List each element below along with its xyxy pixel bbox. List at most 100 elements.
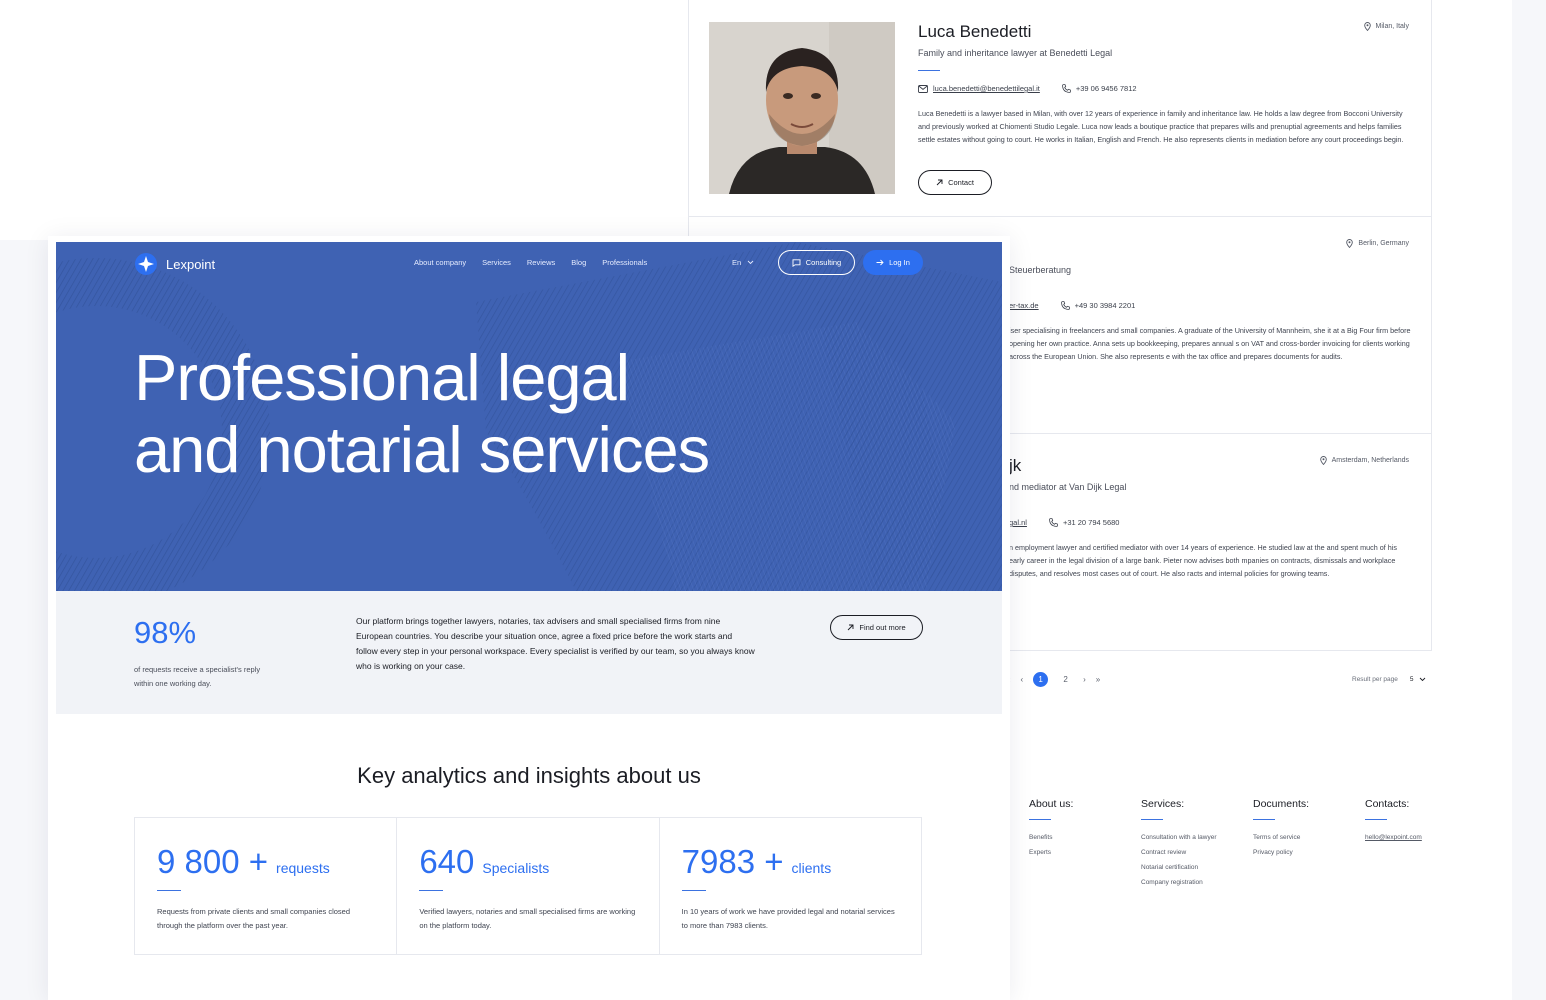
phone-text[interactable]: +31 20 794 5680 <box>1063 518 1120 527</box>
footer-link[interactable]: Terms of service <box>1253 834 1365 841</box>
last-page-button[interactable]: » <box>1096 675 1100 684</box>
reply-rate-caption: of requests receive a specialist's reply… <box>134 665 261 688</box>
find-out-more-button[interactable]: Find out more <box>830 615 923 640</box>
arrow-up-right-icon <box>936 179 943 186</box>
location-pin-icon <box>1319 456 1327 465</box>
footer-link[interactable]: Contract review <box>1141 849 1253 856</box>
footer-link[interactable]: Notarial certification <box>1141 864 1253 871</box>
professional-card: Luca Benedetti Family and inheritance la… <box>688 0 1432 217</box>
logo[interactable]: Lexpoint <box>134 252 215 276</box>
nav-link-reviews[interactable]: Reviews <box>527 258 555 267</box>
login-button[interactable]: Log In <box>863 250 923 275</box>
location-pin-icon <box>1363 22 1371 31</box>
footer-column-services: Services: Consultation with a lawyer Con… <box>1141 798 1253 894</box>
divider <box>157 890 181 891</box>
phone-text[interactable]: +49 30 3984 2201 <box>1075 301 1136 310</box>
login-button-label: Log In <box>889 258 910 267</box>
footer-link[interactable]: Experts <box>1029 849 1141 856</box>
footer: About us: Benefits Experts Services: Con… <box>1029 798 1477 894</box>
professional-role: Family and inheritance lawyer at Benedet… <box>918 48 1113 58</box>
location: Berlin, Germany <box>1346 239 1409 248</box>
logo-text: Lexpoint <box>166 256 216 272</box>
analytics-card-specialists: 640 Specialists Verified lawyers, notari… <box>397 818 660 954</box>
analytics-description: In 10 years of work we have provided leg… <box>681 907 895 930</box>
contact-info: gal.nl +31 20 794 5680 <box>1009 518 1119 527</box>
chat-icon <box>792 258 801 267</box>
divider <box>1029 819 1051 820</box>
results-per-page-label: Result per page <box>1352 676 1398 683</box>
pagination: « ‹ 1 2 › » <box>1006 672 1100 687</box>
professional-bio: Luca Benedetti is a lawyer based in Mila… <box>918 109 1404 144</box>
analytics-description: Verified lawyers, notaries and small spe… <box>419 907 636 930</box>
main-nav: About company Services Reviews Blog Prof… <box>414 258 647 267</box>
background-blank-area <box>0 0 606 240</box>
hero-title-line-1: Professional legal <box>134 341 630 414</box>
analytics-cards: 9 800 + requests Requests from private c… <box>134 817 922 955</box>
analytics-unit: clients <box>791 860 832 876</box>
analytics-unit: requests <box>276 860 330 876</box>
professional-bio: n employment lawyer and certified mediat… <box>1009 543 1397 578</box>
professional-name: Luca Benedetti <box>918 22 1032 41</box>
email-link[interactable]: luca.benedetti@benedettilegal.it <box>933 84 1040 93</box>
footer-link[interactable]: Company registration <box>1141 879 1253 886</box>
location: Milan, Italy <box>1363 22 1409 31</box>
footer-heading: Documents: <box>1253 798 1310 810</box>
analytics-card-clients: 7983 + clients In 10 years of work we ha… <box>660 818 921 954</box>
divider <box>419 890 444 891</box>
location-text: Berlin, Germany <box>1358 240 1409 247</box>
professional-role: nd mediator at Van Dijk Legal <box>1009 482 1127 492</box>
email-link[interactable]: gal.nl <box>1009 518 1027 527</box>
mail-icon <box>918 84 928 93</box>
divider <box>1141 819 1163 820</box>
footer-link[interactable]: Privacy policy <box>1253 849 1365 856</box>
location-text: Amsterdam, Netherlands <box>1331 457 1409 464</box>
chevron-down-icon <box>747 260 754 265</box>
page-button-2[interactable]: 2 <box>1058 672 1073 687</box>
nav-link-professionals[interactable]: Professionals <box>602 258 647 267</box>
prev-page-button[interactable]: ‹ <box>1020 675 1023 684</box>
contact-button-label: Contact <box>948 178 974 187</box>
footer-heading: Services: <box>1141 798 1185 810</box>
location: Amsterdam, Netherlands <box>1319 456 1409 465</box>
analytics-description: Requests from private clients and small … <box>157 907 351 930</box>
contact-info: luca.benedetti@benedettilegal.it +39 06 … <box>918 84 1137 93</box>
hero-section: Lexpoint About company Services Reviews … <box>56 242 1002 591</box>
phone-icon <box>1049 518 1058 527</box>
nav-link-services[interactable]: Services <box>482 258 511 267</box>
divider <box>681 890 706 891</box>
analytics-number: 640 <box>419 843 475 880</box>
results-per-page-value: 5 <box>1409 676 1414 683</box>
results-per-page-select[interactable]: 5 <box>1410 676 1426 683</box>
language-select[interactable]: En <box>732 258 754 267</box>
footer-heading: Contacts: <box>1365 798 1410 810</box>
find-out-more-label: Find out more <box>859 623 906 632</box>
consulting-button[interactable]: Consulting <box>778 250 855 275</box>
analytics-number: 9 800 + <box>157 843 269 880</box>
nav-link-about[interactable]: About company <box>414 258 466 267</box>
hero-title-line-2: and notarial services <box>134 413 710 486</box>
email-link[interactable]: er-tax.de <box>1009 301 1039 310</box>
results-per-page: Result per page 5 <box>1352 676 1426 683</box>
nav-link-blog[interactable]: Blog <box>571 258 586 267</box>
footer-column-about: About us: Benefits Experts <box>1029 798 1141 894</box>
footer-column-documents: Documents: Terms of service Privacy poli… <box>1253 798 1365 894</box>
next-page-button[interactable]: › <box>1083 675 1086 684</box>
footer-column-contacts: Contacts: hello@lexpoint.com <box>1365 798 1477 894</box>
page-button-1[interactable]: 1 <box>1033 672 1049 687</box>
footer-link[interactable]: Consultation with a lawyer <box>1141 834 1253 841</box>
footer-email-link[interactable]: hello@lexpoint.com <box>1365 834 1477 841</box>
home-page: Lexpoint About company Services Reviews … <box>48 236 1010 1000</box>
divider <box>1365 819 1387 820</box>
language-value: En <box>732 258 742 267</box>
chevron-down-icon <box>1419 677 1425 682</box>
footer-link[interactable]: Benefits <box>1029 834 1141 841</box>
contact-button[interactable]: Contact <box>918 170 992 195</box>
professional-role: Steuerberatung <box>1009 265 1072 275</box>
phone-text[interactable]: +39 06 9456 7812 <box>1076 84 1137 93</box>
phone-icon <box>1060 301 1070 310</box>
contact-info: er-tax.de +49 30 3984 2201 <box>1009 301 1135 310</box>
location-pin-icon <box>1346 239 1354 248</box>
professional-bio: iser specialising in freelancers and sma… <box>1009 326 1411 361</box>
intro-section: 98% of requests receive a specialist's r… <box>56 591 1002 714</box>
analytics-unit: Specialists <box>482 860 550 876</box>
